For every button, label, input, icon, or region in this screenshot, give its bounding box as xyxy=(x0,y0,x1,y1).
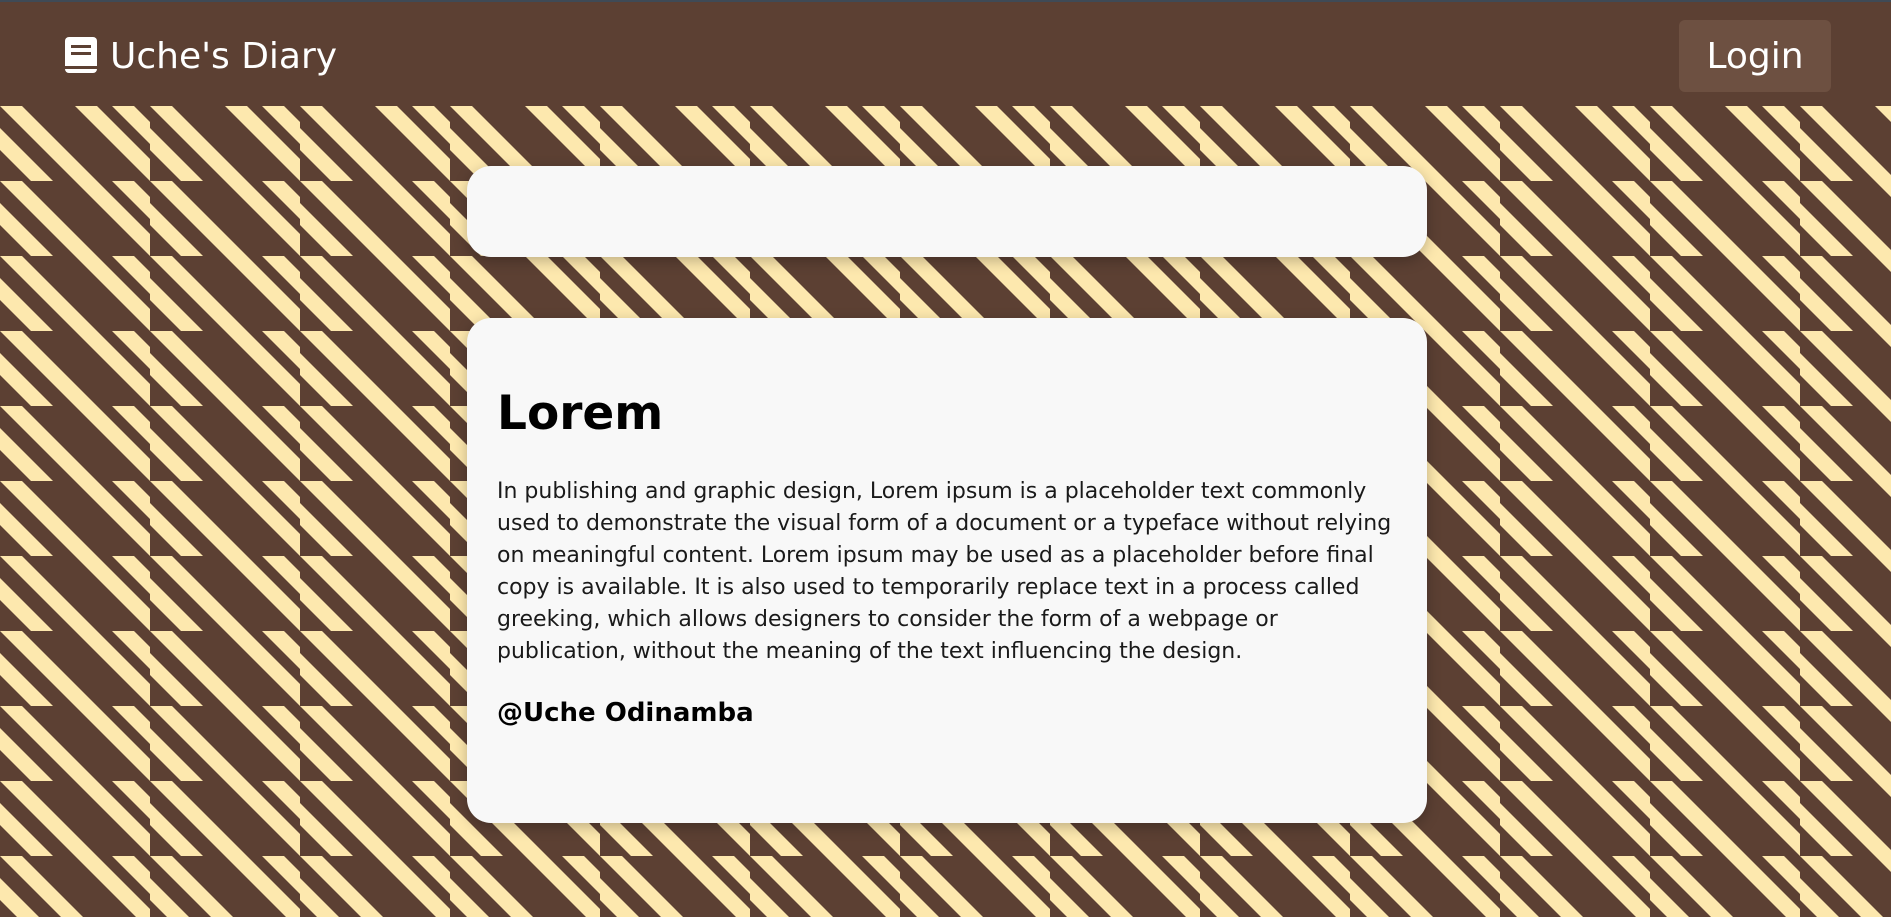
post-author: @Uche Odinamba xyxy=(497,698,754,728)
login-button[interactable]: Login xyxy=(1679,20,1831,92)
brand-link[interactable]: Uche's Diary xyxy=(64,32,337,80)
post-title: Lorem xyxy=(497,386,664,441)
post-body: In publishing and graphic design, Lorem … xyxy=(497,479,1392,664)
navbar: Uche's Diary Login xyxy=(0,2,1891,106)
top-card xyxy=(467,166,1427,257)
post-card: Lorem In publishing and graphic design, … xyxy=(467,318,1427,823)
book-icon xyxy=(64,36,98,76)
brand-title: Uche's Diary xyxy=(110,35,338,77)
